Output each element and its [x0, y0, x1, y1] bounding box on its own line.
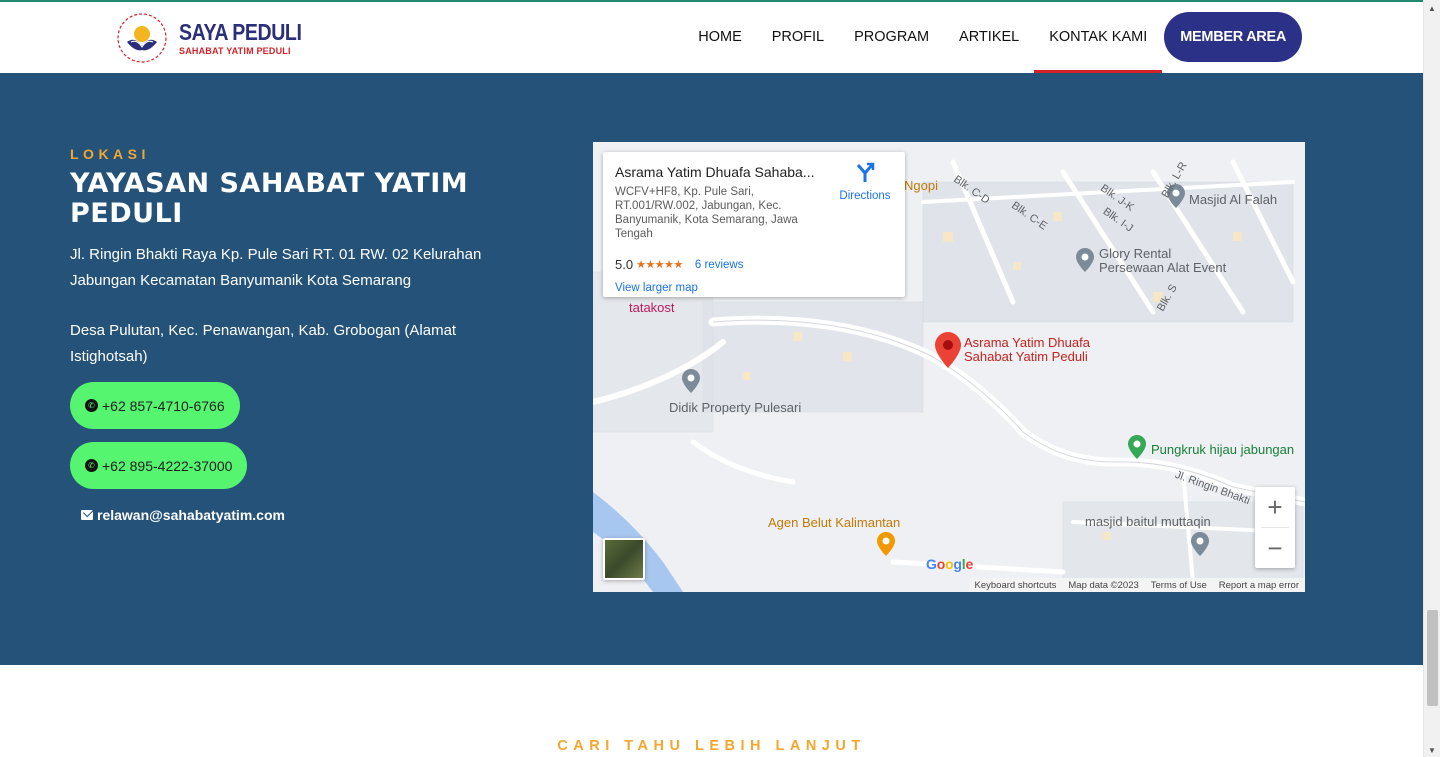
- nav-program[interactable]: PROGRAM: [839, 12, 944, 62]
- mosque-marker-icon[interactable]: [1191, 532, 1209, 556]
- email-address: relawan@sahabatyatim.com: [97, 507, 285, 523]
- whatsapp-button-2[interactable]: ✆ +62 895-4222-37000: [70, 442, 248, 489]
- site-logo[interactable]: SAYA PEDULI SAHABAT YATIM PEDULI: [115, 12, 323, 64]
- scroll-down-icon[interactable]: ▼: [1428, 746, 1436, 755]
- place-marker-icon[interactable]: [682, 369, 700, 393]
- keyboard-shortcuts-link[interactable]: Keyboard shortcuts: [975, 580, 1057, 591]
- google-wordmark: Google: [926, 556, 974, 572]
- nav-artikel[interactable]: ARTIKEL: [944, 12, 1034, 62]
- map-label-glory-event: Persewaan Alat Event: [1099, 260, 1227, 275]
- reviews-link[interactable]: 6 reviews: [695, 259, 744, 271]
- directions-button[interactable]: Directions: [830, 162, 900, 202]
- restaurant-marker-icon[interactable]: [877, 532, 895, 556]
- map-label-asrama: Asrama Yatim Dhuafa: [964, 335, 1090, 350]
- address-primary: Jl. Ringin Bhakti Raya Kp. Pule Sari RT.…: [70, 246, 482, 289]
- terms-link[interactable]: Terms of Use: [1151, 580, 1207, 591]
- learn-more-eyebrow: CARI TAHU LEBIH LANJUT: [557, 738, 866, 754]
- scroll-thumb[interactable]: [1427, 610, 1438, 706]
- directions-label: Directions: [839, 190, 891, 202]
- map-label-tatakost: tatakost: [629, 300, 675, 315]
- logo-emblem-icon: [115, 12, 169, 64]
- map-footer: Keyboard shortcuts Map data ©2023 Terms …: [968, 578, 1305, 592]
- rating-stars-icon: ★★★★★: [636, 259, 683, 271]
- whatsapp-icon: ✆: [85, 459, 98, 472]
- map-data-text: Map data ©2023: [1068, 579, 1139, 591]
- logo-subtitle: SAHABAT YATIM PEDULI: [179, 46, 291, 56]
- nav-home[interactable]: HOME: [683, 12, 757, 62]
- phone-number-2: +62 895-4222-37000: [102, 457, 233, 474]
- scroll-up-icon[interactable]: ▲: [1428, 4, 1436, 13]
- place-address: WCFV+HF8, Kp. Pule Sari, RT.001/RW.002, …: [615, 186, 798, 240]
- email-link[interactable]: relawan@sahabatyatim.com: [81, 507, 285, 523]
- zoom-control: + −: [1255, 487, 1295, 568]
- place-marker-icon[interactable]: [1076, 248, 1094, 272]
- place-info-card: Asrama Yatim Dhuafa Sahaba... WCFV+HF8, …: [603, 152, 905, 297]
- map-label-baitul: masjid baitul muttaqin: [1085, 514, 1211, 529]
- section-eyebrow: LOKASI: [70, 146, 150, 162]
- member-area-button[interactable]: MEMBER AREA: [1164, 12, 1302, 62]
- map-label-masjid-al-falah: Masjid Al Falah: [1189, 192, 1278, 207]
- page-scrollbar[interactable]: ▲ ▼: [1423, 0, 1440, 757]
- zoom-in-button[interactable]: +: [1255, 487, 1295, 527]
- logo-title: SAYA PEDULI: [179, 19, 302, 45]
- mail-icon: [81, 510, 93, 520]
- zoom-out-button[interactable]: −: [1255, 528, 1295, 568]
- directions-icon: [856, 162, 875, 182]
- whatsapp-button-1[interactable]: ✆ +62 857-4710-6766: [70, 382, 240, 429]
- nav-profil[interactable]: PROFIL: [757, 12, 839, 62]
- google-logo: Google: [926, 556, 973, 572]
- map-label-sahabat: Sahabat Yatim Peduli: [964, 349, 1088, 364]
- location-pin-icon[interactable]: [935, 332, 961, 368]
- address-secondary: Desa Pulutan, Kec. Penawangan, Kab. Grob…: [70, 322, 457, 365]
- place-name: Asrama Yatim Dhuafa Sahaba...: [615, 164, 815, 180]
- location-title: YAYASAN SAHABAT YATIM PEDULI: [70, 168, 469, 229]
- rating-value: 5.0: [615, 257, 634, 272]
- main-nav: HOME PROFIL PROGRAM ARTIKEL KONTAK KAMI …: [683, 12, 1302, 73]
- map-label-pungkruk: Pungkruk hijau jabungan: [1151, 442, 1295, 457]
- map-label-belut: Agen Belut Kalimantan: [768, 515, 901, 530]
- park-marker-icon[interactable]: [1128, 435, 1146, 459]
- report-error-link[interactable]: Report a map error: [1219, 580, 1299, 591]
- phone-number-1: +62 857-4710-6766: [102, 397, 225, 414]
- map-label-didik: Didik Property Pulesari: [669, 400, 802, 415]
- site-header: SAYA PEDULI SAHABAT YATIM PEDULI HOME PR…: [0, 2, 1423, 73]
- satellite-layer-toggle[interactable]: [603, 538, 645, 580]
- view-larger-map-link[interactable]: View larger map: [615, 282, 698, 294]
- map-label-glory-rental: Glory Rental: [1099, 246, 1172, 261]
- nav-kontak-kami[interactable]: KONTAK KAMI: [1034, 12, 1163, 73]
- map-label-ngopi: Ngopi: [904, 178, 938, 193]
- place-rating: 5.0 ★★★★★ 6 reviews: [615, 257, 743, 272]
- whatsapp-icon: ✆: [85, 399, 98, 412]
- google-map[interactable]: Masjid Al Falah Glory Rental Persewaan A…: [593, 142, 1305, 592]
- location-section: LOKASI YAYASAN SAHABAT YATIM PEDULI Jl. …: [0, 73, 1423, 665]
